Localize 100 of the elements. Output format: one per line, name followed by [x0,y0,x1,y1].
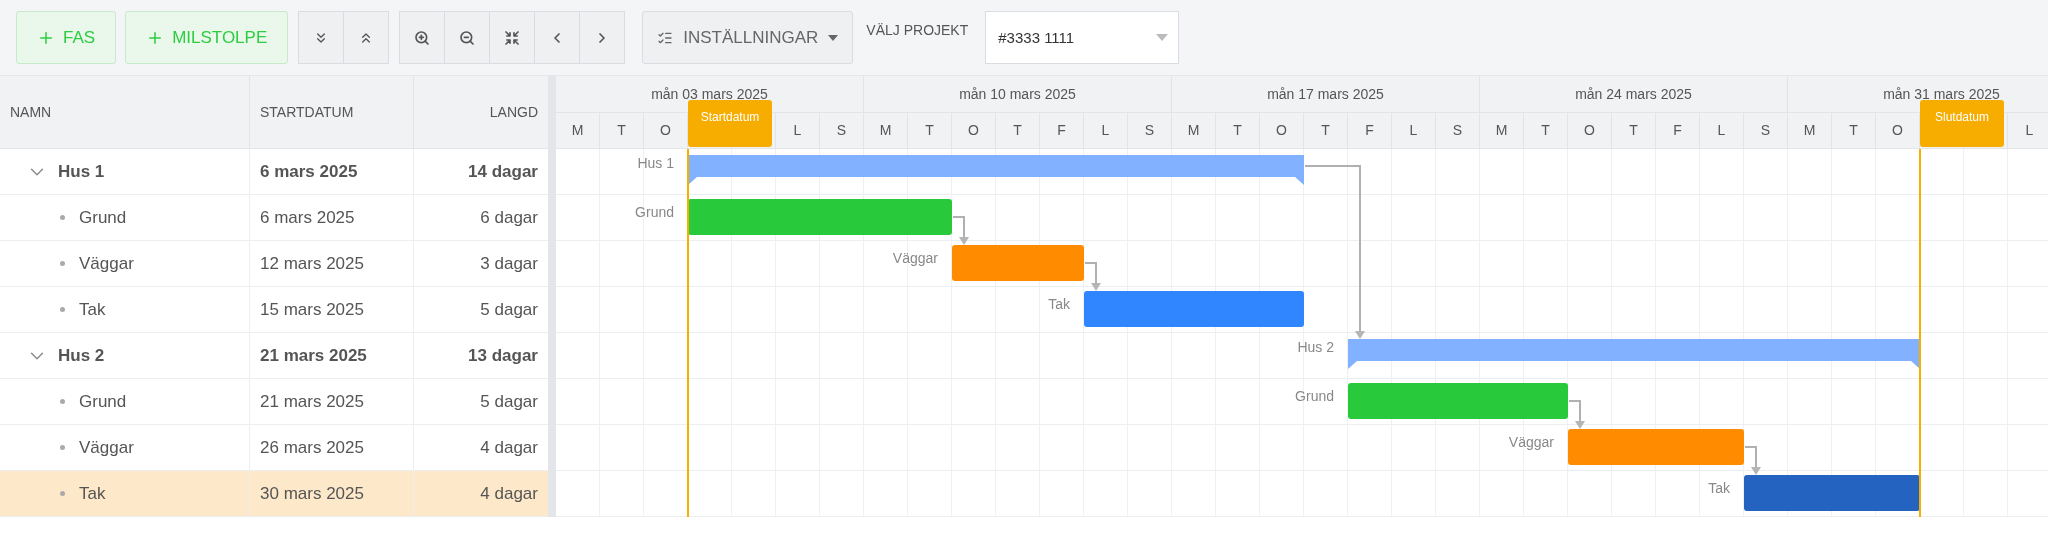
column-header[interactable]: NAMN [0,76,250,148]
week-header: mån 17 mars 2025 [1172,76,1480,112]
bullet-icon [60,491,65,496]
task-name: Grund [79,391,127,412]
day-label: T [1629,122,1638,139]
zoom-out-button[interactable] [444,11,491,64]
task-row[interactable]: Tak 30 mars 2025 4 dagar [0,471,548,517]
day-label: M [879,122,892,139]
day-label: T [1013,122,1022,139]
caret-icon [1156,34,1169,41]
day-label: T [925,122,934,139]
day-label: F [1365,122,1374,139]
day-label: L [793,122,802,139]
task-row[interactable]: Hus 2 21 mars 2025 13 dagar [0,333,548,379]
task-bar[interactable] [1348,383,1568,419]
bar-label: Väggar [892,250,938,266]
day-label: O [968,122,979,139]
next-button[interactable] [579,11,626,64]
task-row[interactable]: Hus 1 6 mars 2025 14 dagar [0,149,548,195]
task-row[interactable]: Grund 6 mars 2025 6 dagar [0,195,548,241]
task-bar[interactable] [1744,475,1920,511]
task-name: Väggar [79,437,134,458]
start-date-cell: 26 mars 2025 [250,425,414,470]
zoom-out-icon [459,29,476,46]
bar-label: Hus 1 [637,155,674,171]
panel-splitter[interactable] [548,76,556,517]
day-label: M [1187,122,1200,139]
start-date-cell: 12 mars 2025 [250,241,414,286]
duration-cell-text: 14 dagar [467,160,539,183]
bar-label: Grund [635,204,674,220]
day-label: O [1892,122,1903,139]
duration-cell-text: 3 dagar [479,252,539,275]
bar-label: Tak [1708,480,1730,496]
start-date-cell: 21 mars 2025 [250,379,414,424]
bullet-icon [60,399,65,404]
day-label: F [1673,122,1682,139]
zoom-in-button[interactable] [399,11,446,64]
task-name: Hus 1 [58,161,105,182]
bar-label: Grund [1295,388,1334,404]
task-bar[interactable] [1568,429,1744,465]
zoom-in-icon [414,29,431,46]
column-header[interactable]: LANGD [414,76,548,148]
day-label: O [1584,122,1595,139]
bullet-icon [60,307,65,312]
task-name: Väggar [79,253,134,274]
column-header[interactable]: STARTDATUM [250,76,414,148]
task-bar[interactable] [688,199,952,235]
collapse-all-button[interactable] [298,11,345,64]
duration-cell-text: 4 dagar [479,482,539,505]
task-name: Grund [79,207,127,228]
start-date-cell: 30 mars 2025 [250,471,414,516]
bullet-icon [60,445,65,450]
project-label: VÄLJ PROJEKT [866,21,969,38]
day-label: T [1541,122,1550,139]
task-bar[interactable] [952,245,1084,281]
fit-button[interactable] [489,11,536,64]
task-name: Tak [79,483,106,504]
day-label: T [1233,122,1242,139]
task-name: Tak [79,299,106,320]
day-label: S [1144,122,1155,139]
start-date-cell: 6 mars 2025 [250,195,414,240]
task-row[interactable]: Grund 21 mars 2025 5 dagar [0,379,548,425]
task-row[interactable]: Väggar 26 mars 2025 4 dagar [0,425,548,471]
day-label: S [1452,122,1463,139]
bar-label: Väggar [1508,434,1554,450]
day-label: T [617,122,626,139]
start-date-cell: 21 mars 2025 [250,333,414,378]
bullet-icon [60,215,65,220]
bullet-icon [60,261,65,266]
day-label: T [1849,122,1858,139]
caret-icon [828,34,839,41]
task-bar[interactable] [1084,291,1304,327]
day-label: S [836,122,847,139]
day-label: L [2025,122,2034,139]
day-label: M [1495,122,1508,139]
summary-bar[interactable] [688,155,1304,185]
day-label: S [1760,122,1771,139]
day-label: O [660,122,671,139]
settings-button[interactable]: INSTÄLLNINGAR [642,11,854,64]
day-label: L [1409,122,1418,139]
day-label: L [1101,122,1110,139]
day-label: O [1276,122,1287,139]
duration-cell-text: 6 dagar [479,206,539,229]
duration-cell-text: 5 dagar [479,298,539,321]
day-label: M [571,122,584,139]
task-row[interactable]: Väggar 12 mars 2025 3 dagar [0,241,548,287]
expand-all-button[interactable] [343,11,390,64]
task-row[interactable]: Tak 15 mars 2025 5 dagar [0,287,548,333]
bar-label: Tak [1048,296,1070,312]
task-name: Hus 2 [58,345,105,366]
day-label: T [1321,122,1330,139]
duration-cell-text: 5 dagar [479,390,539,413]
week-header: mån 10 mars 2025 [864,76,1172,112]
project-select[interactable]: #3333 1111 [985,11,1180,64]
summary-bar[interactable] [1348,339,1920,369]
duration-cell-text: 13 dagar [467,344,539,367]
shrink-icon [504,29,521,46]
duration-cell-text: 4 dagar [479,436,539,459]
bar-label: Hus 2 [1297,339,1334,355]
start-date-cell: 6 mars 2025 [250,149,414,194]
